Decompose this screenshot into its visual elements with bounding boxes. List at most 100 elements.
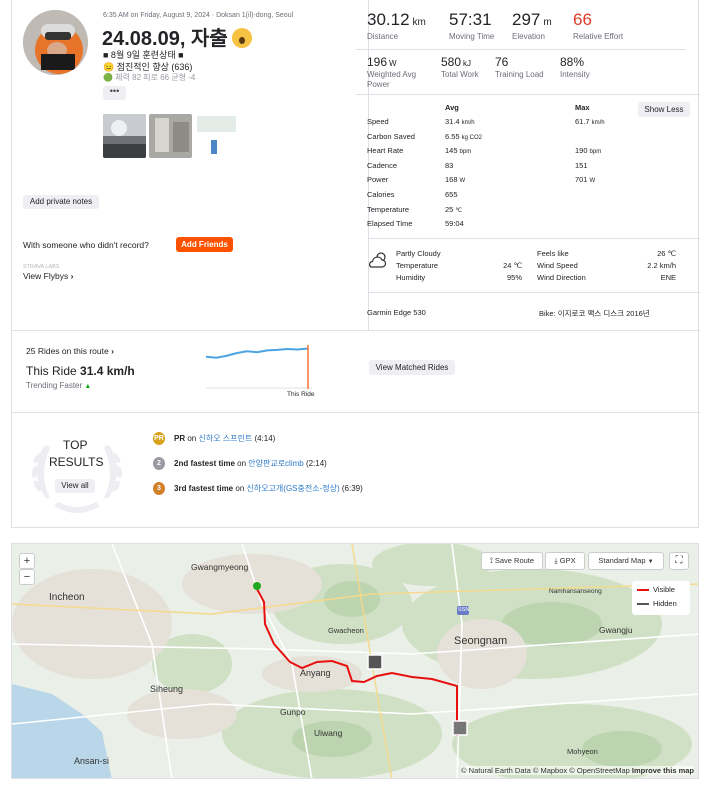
stat-label: Total Work xyxy=(441,70,479,79)
detail-avg: 83 xyxy=(445,161,453,170)
stat-number: 66 xyxy=(573,10,592,29)
result-rank: 3rd fastest time xyxy=(174,484,234,493)
detail-max-value: 151 xyxy=(575,160,588,170)
stat-value: 66 xyxy=(573,10,592,30)
detail-avg: 31.4 km/h xyxy=(445,117,475,126)
view-flybys-link[interactable]: View Flybys › xyxy=(23,271,73,281)
detail-label: Cadence xyxy=(367,160,398,170)
map-canvas[interactable] xyxy=(12,544,699,779)
save-route-button[interactable]: ⟟ Save Route xyxy=(481,552,543,570)
detail-max: 701 W xyxy=(575,175,595,184)
trend-line xyxy=(205,347,309,359)
detail-max: 151 xyxy=(575,161,588,170)
download-icon: ⤓ xyxy=(554,556,558,565)
photo-thumbnail[interactable] xyxy=(195,114,238,158)
detail-label: Temperature xyxy=(367,204,410,214)
save-route-label: Save Route xyxy=(494,556,535,565)
detail-max-unit: bpm xyxy=(589,149,602,156)
stat-label: Relative Effort xyxy=(573,32,624,41)
detail-avg-unit: km/h xyxy=(461,120,475,126)
rides-on-route-link[interactable]: 25 Rides on this route › xyxy=(26,346,114,356)
fullscreen-icon[interactable]: ⛶ xyxy=(669,552,689,570)
stat-number: 580 xyxy=(441,55,462,69)
segment-link[interactable]: 신하오 스프린트 xyxy=(198,434,252,443)
place-label: Gwangmyeong xyxy=(191,562,249,572)
trend-marker-label: This Ride xyxy=(287,391,315,398)
segment-link[interactable]: 안양판교로climb xyxy=(248,459,303,468)
stat-label: Elevation xyxy=(512,32,545,41)
segment-link[interactable]: 신하오고개(GS충전소-정상) xyxy=(246,484,339,493)
stat-number: 88% xyxy=(560,55,585,69)
wind-direction-value: ENE xyxy=(660,273,676,282)
result-time: (6:39) xyxy=(339,484,363,493)
map-photo-marker[interactable] xyxy=(452,720,468,736)
photo-thumbnail[interactable] xyxy=(149,114,192,158)
result-item: PR on 신하오 스프린트 (4:14) xyxy=(174,433,275,444)
show-less-button[interactable]: Show Less xyxy=(638,102,690,117)
section-divider xyxy=(12,330,700,331)
hidden-line-swatch xyxy=(637,603,649,605)
activity-date-location: 6:35 AM on Friday, August 9, 2024 · Doks… xyxy=(103,12,294,19)
detail-max-value: 190 xyxy=(575,146,588,156)
zoom-out-button[interactable]: − xyxy=(19,569,35,585)
map-photo-marker[interactable] xyxy=(367,654,383,670)
stat-number: 196 xyxy=(367,55,388,69)
view-matched-rides-button[interactable]: View Matched Rides xyxy=(369,360,455,375)
stat-label: Weighted Avg Power xyxy=(367,70,417,89)
detail-avg: 145 bpm xyxy=(445,146,471,155)
detail-max-value: 61.7 xyxy=(575,117,590,126)
trend-chart xyxy=(205,345,312,389)
stats-divider xyxy=(356,49,686,50)
athlete-avatar[interactable] xyxy=(23,10,88,75)
add-friends-button[interactable]: Add Friends xyxy=(176,237,233,252)
result-on: on xyxy=(234,459,249,468)
photo-thumbnail[interactable] xyxy=(103,114,146,158)
section-divider xyxy=(12,412,700,413)
this-ride-speed: This Ride 31.4 km/h xyxy=(26,364,135,378)
bronze-medal-icon: 3 xyxy=(153,482,165,495)
description-line-3: 🟢 체력 82 피로 66 균형 -4 xyxy=(103,73,196,82)
improve-map-link[interactable]: Improve this map xyxy=(632,766,694,775)
detail-avg-value: 83 xyxy=(445,160,454,170)
trending-status: Trending Faster ▲ xyxy=(26,381,91,390)
attribution-text: © Natural Earth Data © Mapbox © OpenStre… xyxy=(461,766,630,775)
zoom-in-button[interactable]: + xyxy=(19,553,35,569)
detail-avg: 6.55 kg CO2 xyxy=(445,132,482,141)
detail-max-value: 701 xyxy=(575,175,588,185)
result-time: (2:14) xyxy=(303,459,327,468)
stat-value: 580 kJ xyxy=(441,55,471,69)
chevron-right-icon: › xyxy=(70,271,74,281)
place-label: Seongnam xyxy=(454,635,508,647)
detail-avg: 25 ℃ xyxy=(445,205,462,214)
stats-divider xyxy=(368,238,700,239)
map-attribution: © Natural Earth Data © Mapbox © OpenStre… xyxy=(461,766,694,775)
rides-on-route-label: 25 Rides on this route xyxy=(26,346,109,356)
view-all-results-button[interactable]: View all xyxy=(55,479,95,493)
surprised-emoji-icon xyxy=(231,28,252,48)
detail-avg-unit: bpm xyxy=(459,149,472,156)
map-legend: Visible Hidden xyxy=(632,581,690,615)
activity-title-text: 24.08.09, 자출 xyxy=(102,28,228,50)
this-ride-value: 31.4 km/h xyxy=(80,364,135,378)
stat-unit: km xyxy=(412,17,426,28)
weather-humidity-label: Humidity xyxy=(396,273,426,282)
more-description-button[interactable]: ••• xyxy=(103,86,126,100)
route-map[interactable]: Gwangmyeong Incheon Gwacheon Seongnam Gw… xyxy=(11,543,699,779)
place-label: Gunpo xyxy=(280,707,306,717)
detail-avg-unit: ℃ xyxy=(455,207,463,214)
stats-divider xyxy=(356,94,700,95)
visible-line-swatch xyxy=(637,589,649,591)
stat-value: 88% xyxy=(560,55,584,69)
map-type-select[interactable]: Standard Map ▼ xyxy=(588,552,664,570)
detail-label: Heart Rate xyxy=(367,146,404,156)
add-private-notes-button[interactable]: Add private notes xyxy=(23,195,99,209)
place-label: Namhansanseong xyxy=(549,588,602,595)
route-icon: ⟟ xyxy=(489,556,493,565)
detail-label: Calories xyxy=(367,190,395,199)
stat-label: Distance xyxy=(367,32,399,41)
stat-value: 76 xyxy=(495,55,508,69)
gpx-button[interactable]: ⤓ GPX xyxy=(545,552,585,570)
detail-avg-value: 31.4 xyxy=(445,117,460,126)
result-rank: 2nd fastest time xyxy=(174,459,235,468)
detail-avg: 59:04 xyxy=(445,219,464,228)
